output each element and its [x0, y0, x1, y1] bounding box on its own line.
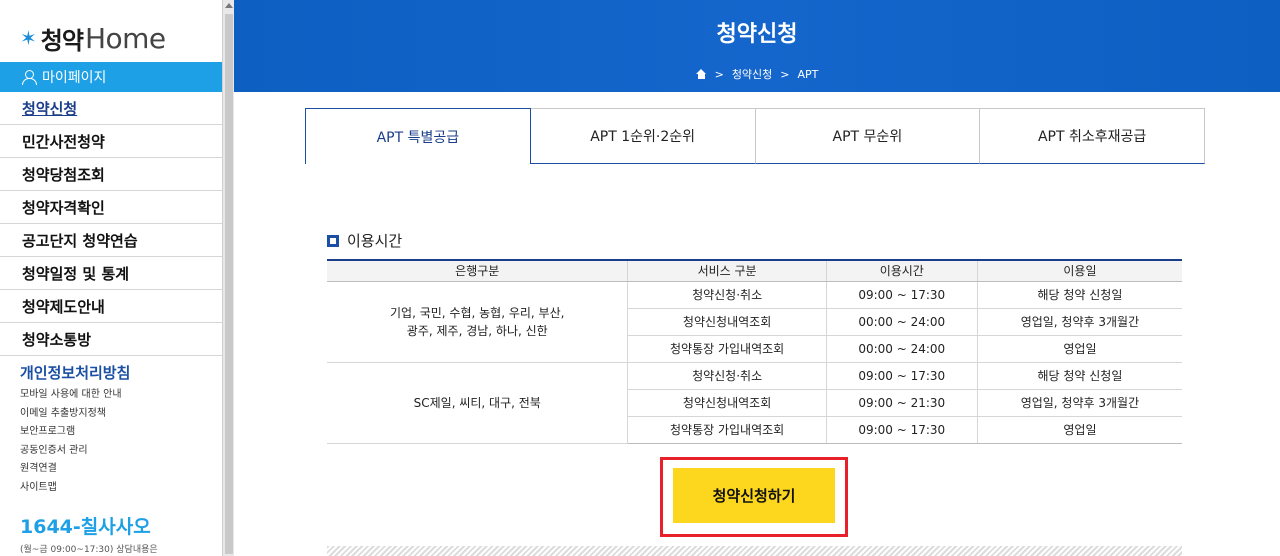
sub-link-email-policy[interactable]: 이메일 추출방지정책 [20, 405, 122, 424]
logo[interactable]: ✶ 청약 Home [20, 18, 166, 58]
bank-group-line: 광주, 제주, 경남, 하나, 신한 [406, 323, 548, 338]
tab-apt-resupply[interactable]: APT 취소후재공급 [980, 108, 1205, 164]
home-icon[interactable] [695, 69, 707, 79]
sub-link-certificate[interactable]: 공동인증서 관리 [20, 442, 122, 461]
tab-apt-rank[interactable]: APT 1순위·2순위 [530, 108, 756, 164]
scrollbar[interactable] [222, 0, 234, 556]
time-cell: 00:00 ~ 24:00 [825, 335, 978, 363]
privacy-policy-link[interactable]: 개인정보처리방침 [20, 362, 130, 383]
day-cell: 영업일 [976, 416, 1182, 444]
day-cell: 해당 청약 신청일 [976, 362, 1182, 390]
logo-mark-icon: ✶ [20, 26, 37, 50]
phone-number: 1644-칠사사오 [20, 516, 151, 538]
sub-link-mobile-guide[interactable]: 모바일 사용에 대한 안내 [20, 386, 122, 405]
usage-time-table: 은행구분 서비스 구분 이용시간 이용일 기업, 국민, 수협, 농협, 우리,… [327, 259, 1182, 444]
page-title: 청약신청 [716, 22, 798, 47]
sub-links: 모바일 사용에 대한 안내 이메일 추출방지정책 보안프로그램 공동인증서 관리… [20, 386, 122, 497]
time-cell: 00:00 ~ 24:00 [825, 308, 978, 336]
sidebar-menu: 청약신청 민간사전청약 청약당첨조회 청약자격확인 공고단지 청약연습 청약일정… [0, 92, 222, 356]
service-cell: 청약신청·취소 [627, 362, 827, 390]
service-cell: 청약신청내역조회 [627, 308, 827, 336]
sub-link-remote[interactable]: 원격연결 [20, 460, 122, 479]
table-row: 기업, 국민, 수협, 농협, 우리, 부산, 광주, 제주, 경남, 하나, … [327, 281, 1182, 363]
sidebar-item-apply[interactable]: 청약신청 [0, 92, 222, 125]
scroll-up-arrow-icon[interactable] [225, 3, 233, 8]
sidebar-item-winner-check[interactable]: 청약당첨조회 [0, 158, 222, 191]
mypage-label: 마이페이지 [42, 70, 107, 86]
sidebar-item-private-pre-subscription[interactable]: 민간사전청약 [0, 125, 222, 158]
service-cell: 청약신청내역조회 [627, 389, 827, 417]
scroll-thumb[interactable] [225, 14, 233, 554]
mypage-button[interactable]: 마이페이지 [0, 62, 222, 92]
tab-apt-special[interactable]: APT 특별공급 [305, 108, 531, 164]
day-cell: 해당 청약 신청일 [976, 281, 1182, 309]
time-cell: 09:00 ~ 17:30 [825, 362, 978, 390]
bank-group-cell: 기업, 국민, 수협, 농협, 우리, 부산, 광주, 제주, 경남, 하나, … [327, 281, 628, 363]
bank-group-line: 기업, 국민, 수협, 농협, 우리, 부산, [390, 305, 565, 320]
table-row: SC제일, 씨티, 대구, 전북 청약신청·취소 09:00 ~ 17:30 해… [327, 362, 1182, 444]
sidebar-item-system-guide[interactable]: 청약제도안내 [0, 290, 222, 323]
sidebar-item-practice[interactable]: 공고단지 청약연습 [0, 224, 222, 257]
tab-apt-no-rank[interactable]: APT 무순위 [755, 108, 981, 164]
service-cell: 청약신청·취소 [627, 281, 827, 309]
sub-link-security-program[interactable]: 보안프로그램 [20, 423, 122, 442]
sub-link-sitemap[interactable]: 사이트맵 [20, 479, 122, 498]
tab-bar: APT 특별공급 APT 1순위·2순위 APT 무순위 APT 취소후재공급 [305, 108, 1205, 164]
bank-group-line: SC제일, 씨티, 대구, 전북 [413, 395, 541, 410]
service-cell: 청약통장 가입내역조회 [627, 335, 827, 363]
section-title: 이용시간 [347, 232, 403, 250]
time-cell: 09:00 ~ 21:30 [825, 389, 978, 417]
breadcrumb-item-apt[interactable]: APT [798, 68, 819, 81]
column-header-time: 이용시간 [825, 259, 978, 282]
page: ✶ 청약 Home 마이페이지 청약신청 민간사전청약 청약당첨조회 청약자격확… [0, 0, 1280, 556]
section-heading: 이용시간 [327, 230, 402, 251]
hours-text: (월~금 09:00~17:30) 상담내용은 [20, 545, 158, 555]
column-header-bank: 은행구분 [327, 259, 628, 282]
day-cell: 영업일 [976, 335, 1182, 363]
day-cell: 영업일, 청약후 3개월간 [976, 389, 1182, 417]
sidebar-item-community[interactable]: 청약소통방 [0, 323, 222, 356]
chevron-right-icon: > [780, 67, 790, 81]
time-cell: 09:00 ~ 17:30 [825, 281, 978, 309]
person-icon [22, 70, 37, 85]
breadcrumb: > 청약신청 > APT [234, 66, 1280, 82]
logo-text-ko: 청약 [40, 26, 84, 55]
sidebar-item-schedule-stats[interactable]: 청약일정 및 통계 [0, 257, 222, 290]
hatched-divider [327, 546, 1182, 556]
table-header-row: 은행구분 서비스 구분 이용시간 이용일 [327, 259, 1182, 282]
breadcrumb-item-apply[interactable]: 청약신청 [732, 66, 772, 82]
day-cell: 영업일, 청약후 3개월간 [976, 308, 1182, 336]
time-cell: 09:00 ~ 17:30 [825, 416, 978, 444]
column-header-day: 이용일 [976, 259, 1182, 282]
service-cell: 청약통장 가입내역조회 [627, 416, 827, 444]
sidebar-item-eligibility[interactable]: 청약자격확인 [0, 191, 222, 224]
apply-button[interactable]: 청약신청하기 [673, 468, 835, 523]
apply-button-highlight: 청약신청하기 [660, 457, 848, 537]
sidebar: ✶ 청약 Home 마이페이지 청약신청 민간사전청약 청약당첨조회 청약자격확… [0, 0, 222, 556]
logo-text-en: Home [84, 21, 166, 55]
square-bullet-icon [327, 234, 339, 247]
column-header-service: 서비스 구분 [627, 259, 827, 282]
bank-group-cell: SC제일, 씨티, 대구, 전북 [327, 362, 628, 444]
chevron-right-icon: > [714, 67, 724, 81]
page-header: 청약신청 > 청약신청 > APT [234, 0, 1280, 92]
